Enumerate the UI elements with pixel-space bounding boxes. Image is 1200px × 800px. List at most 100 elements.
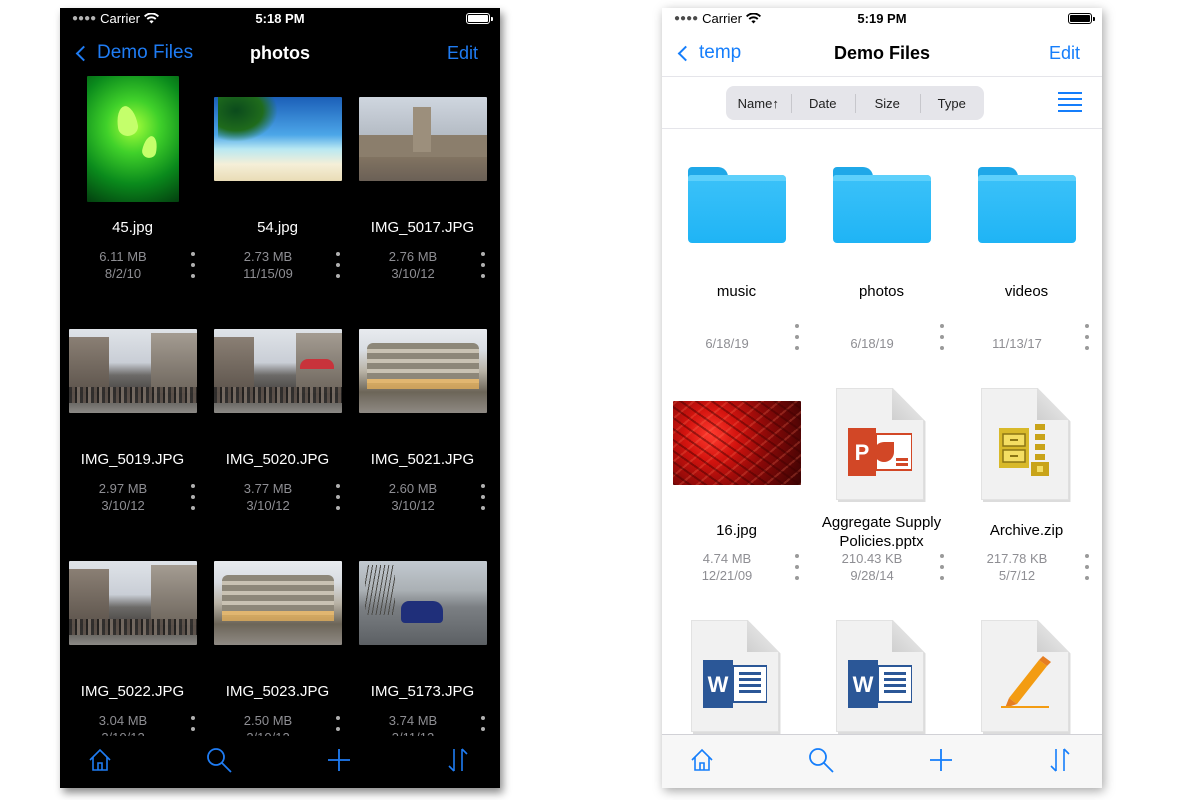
sort-by-size[interactable]: Size <box>855 93 920 113</box>
file-date: 8/2/10 <box>104 266 142 281</box>
photo-thumbnail[interactable] <box>60 538 205 668</box>
more-options-icon[interactable] <box>938 324 946 350</box>
photo-thumbnail[interactable] <box>60 74 205 204</box>
file-meta: 210.43 KB 9/28/14 <box>817 550 927 584</box>
file-date: 9/28/14 <box>850 568 894 583</box>
more-options-icon[interactable] <box>334 252 342 278</box>
file-cell[interactable]: IMG_5019.JPG 2.97 MB 3/10/12 <box>60 306 205 538</box>
file-date: 3/10/12 <box>246 498 290 513</box>
status-bar: ●●●● Carrier 5:19 PM <box>662 8 1102 30</box>
file-cell[interactable]: IMG_5020.JPG 3.77 MB 3/10/12 <box>205 306 350 538</box>
more-options-icon[interactable] <box>479 484 487 510</box>
file-meta: 217.78 KB 5/7/12 <box>962 550 1072 584</box>
beach-palm-photo <box>213 97 342 181</box>
folder-cell[interactable]: videos 11/13/17 <box>954 130 1099 362</box>
photo-thumbnail[interactable] <box>205 74 350 204</box>
battery-icon <box>1068 13 1095 24</box>
battery-icon <box>466 13 493 24</box>
file-size: 4.74 MB <box>702 551 752 566</box>
photo-thumbnail[interactable] <box>350 74 495 204</box>
photo-thumbnail[interactable] <box>350 306 495 436</box>
pages-document-icon <box>980 620 1073 736</box>
file-meta: 2.73 MB 11/15/09 <box>213 248 323 282</box>
folder-name: photos <box>858 283 905 300</box>
more-options-icon[interactable] <box>334 484 342 510</box>
status-time: 5:19 PM <box>857 11 907 26</box>
file-meta: 2.97 MB 3/10/12 <box>68 480 178 514</box>
folder-cell[interactable]: music 6/18/19 <box>664 130 809 362</box>
powerpoint-file-icon: P <box>835 388 928 504</box>
file-meta: 4.74 MB 12/21/09 <box>672 550 782 584</box>
more-options-icon[interactable] <box>189 484 197 510</box>
pedestrian-street-photo <box>68 561 197 645</box>
blue-car-photo <box>358 561 487 645</box>
edit-button[interactable]: Edit <box>1049 43 1080 64</box>
folder-meta: 11/13/17 <box>962 335 1072 352</box>
document-thumbnail[interactable] <box>954 386 1099 506</box>
home-icon[interactable] <box>86 746 114 774</box>
word-document-icon: W <box>690 620 783 736</box>
sort-by-type[interactable]: Type <box>919 93 985 113</box>
navigation-bar: Demo Files photos Edit <box>60 36 500 78</box>
photo-thumbnail[interactable] <box>664 380 809 505</box>
plus-icon[interactable] <box>927 746 955 774</box>
file-name: IMG_5019.JPG <box>80 451 185 468</box>
list-view-icon[interactable] <box>1058 92 1082 112</box>
file-cell[interactable]: 54.jpg 2.73 MB 11/15/09 <box>205 74 350 306</box>
file-cell[interactable]: Archive.zip 217.78 KB 5/7/12 <box>954 380 1099 612</box>
file-cell[interactable]: 45.jpg 6.11 MB 8/2/10 <box>60 74 205 306</box>
file-size: 2.50 MB <box>243 713 293 728</box>
more-options-icon[interactable] <box>938 554 946 580</box>
folder-thumbnail[interactable] <box>809 160 954 250</box>
file-cell[interactable]: 16.jpg 4.74 MB 12/21/09 <box>664 380 809 612</box>
folder-icon <box>687 167 786 243</box>
document-thumbnail[interactable]: W <box>664 618 809 738</box>
folder-icon <box>977 167 1076 243</box>
more-options-icon[interactable] <box>1083 324 1091 350</box>
folder-thumbnail[interactable] <box>664 160 809 250</box>
file-size: 3.77 MB <box>243 481 293 496</box>
bottom-toolbar <box>60 736 500 788</box>
plus-icon[interactable] <box>325 746 353 774</box>
photo-thumbnail[interactable] <box>60 306 205 436</box>
search-icon[interactable] <box>807 746 835 774</box>
folder-meta: 6/18/19 <box>672 335 782 352</box>
shopping-street-photo <box>213 329 342 413</box>
folder-date: 11/13/17 <box>992 336 1042 351</box>
department-store-photo <box>358 329 487 413</box>
sort-icon[interactable] <box>444 746 472 774</box>
file-meta: 2.76 MB 3/10/12 <box>358 248 468 282</box>
file-size: 2.60 MB <box>388 481 438 496</box>
document-thumbnail[interactable]: P <box>809 386 954 506</box>
more-options-icon[interactable] <box>189 252 197 278</box>
sort-by-date[interactable]: Date <box>790 93 856 113</box>
search-icon[interactable] <box>205 746 233 774</box>
photo-thumbnail[interactable] <box>205 306 350 436</box>
sort-by-name[interactable]: Name↑ <box>726 96 791 111</box>
edit-button[interactable]: Edit <box>447 43 478 64</box>
document-thumbnail[interactable] <box>954 618 1099 738</box>
file-cell[interactable]: IMG_5021.JPG 2.60 MB 3/10/12 <box>350 306 495 538</box>
file-cell[interactable]: W <box>809 614 954 734</box>
file-cell[interactable] <box>954 614 1099 734</box>
photo-thumbnail[interactable] <box>350 538 495 668</box>
file-date: 11/15/09 <box>243 266 293 281</box>
file-name: 45.jpg <box>112 219 153 236</box>
file-cell[interactable]: W <box>664 614 809 734</box>
file-meta: 3.77 MB 3/10/12 <box>213 480 323 514</box>
home-icon[interactable] <box>688 746 716 774</box>
folder-thumbnail[interactable] <box>954 160 1099 250</box>
file-size: 3.04 MB <box>98 713 148 728</box>
folder-cell[interactable]: photos 6/18/19 <box>809 130 954 362</box>
file-cell[interactable]: P Aggregate Supply Policies.pptx 210.43 … <box>809 380 954 612</box>
more-options-icon[interactable] <box>479 252 487 278</box>
sort-icon[interactable] <box>1046 746 1074 774</box>
dark-phone-screen: ●●●● Carrier 5:18 PM Demo Files photos E… <box>60 8 500 788</box>
more-options-icon[interactable] <box>1083 554 1091 580</box>
file-cell[interactable]: IMG_5017.JPG 2.76 MB 3/10/12 <box>350 74 495 306</box>
photo-thumbnail[interactable] <box>205 538 350 668</box>
document-thumbnail[interactable]: W <box>809 618 954 738</box>
file-date: 5/7/12 <box>998 568 1036 583</box>
more-options-icon[interactable] <box>793 554 801 580</box>
more-options-icon[interactable] <box>793 324 801 350</box>
